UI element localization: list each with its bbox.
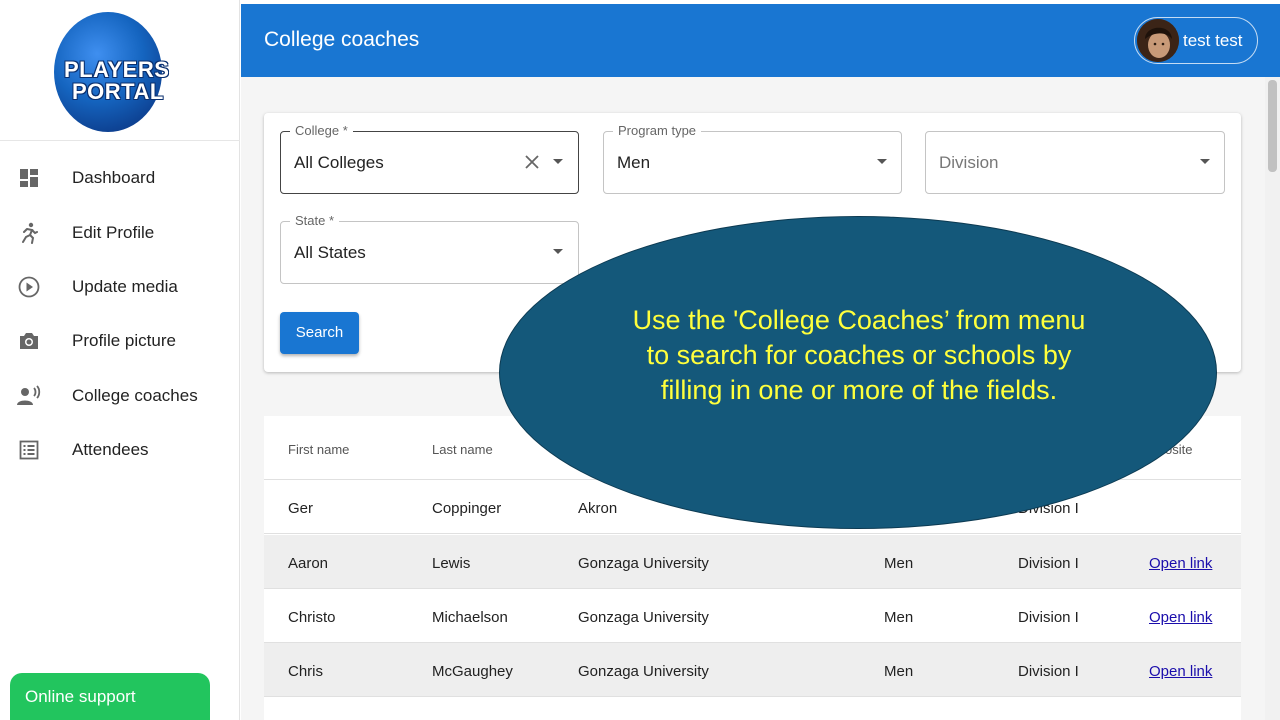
division-select[interactable]: Division — [925, 131, 1225, 194]
state-value: All States — [294, 243, 366, 262]
search-button[interactable]: Search — [280, 312, 359, 354]
scrollbar-thumb[interactable] — [1268, 80, 1277, 172]
camera-icon — [17, 329, 41, 353]
open-link[interactable]: Open link — [1149, 609, 1212, 626]
person-voice-icon — [17, 384, 41, 408]
table-row[interactable]: Aaron Lewis Gonzaga University Men Divis… — [264, 535, 1241, 589]
cell-college: Akron — [578, 500, 618, 517]
chevron-down-icon[interactable] — [877, 159, 887, 164]
sidebar-item-label: Dashboard — [72, 168, 156, 188]
college-value: All Colleges — [294, 153, 384, 172]
cell-college: Gonzaga University — [578, 555, 709, 572]
cell-division: Division I — [1018, 555, 1079, 572]
chevron-down-icon[interactable] — [553, 159, 563, 164]
cell-last-name: Michaelson — [432, 609, 508, 626]
division-placeholder: Division — [939, 153, 999, 172]
cell-program: Men — [884, 663, 914, 680]
college-label: College * — [290, 123, 353, 138]
online-support-button[interactable]: Online support — [10, 673, 210, 720]
sidebar-item-label: Attendees — [72, 440, 149, 460]
state-label: State * — [290, 213, 340, 228]
cell-division: Division I — [1018, 609, 1079, 626]
avatar — [1137, 19, 1179, 62]
vertical-scrollbar[interactable] — [1265, 77, 1280, 720]
clear-icon[interactable] — [524, 152, 540, 172]
players-portal-logo[interactable]: PLAYERS PORTAL — [54, 12, 188, 134]
cell-first-name: Christo — [288, 609, 336, 626]
sidebar-item-label: Edit Profile — [72, 222, 155, 242]
cell-last-name: McGaughey — [432, 663, 513, 680]
cell-last-name: Coppinger — [432, 500, 502, 517]
sidebar: PLAYERS PORTAL Dashboard Edit Profile Up… — [0, 0, 240, 720]
cell-last-name: Lewis — [432, 555, 471, 572]
sidebar-item-dashboard[interactable]: Dashboard — [0, 151, 240, 205]
program-type-value: Men — [617, 153, 651, 172]
state-select[interactable]: State * All States — [280, 213, 579, 284]
sidebar-item-label: Profile picture — [72, 331, 176, 351]
play-circle-icon — [17, 275, 41, 299]
logo-line-2: PORTAL — [72, 79, 164, 104]
table-row[interactable] — [264, 698, 1241, 720]
program-type-select[interactable]: Program type Men — [603, 123, 902, 194]
sidebar-divider — [0, 140, 240, 141]
chevron-down-icon[interactable] — [1200, 159, 1210, 164]
cell-first-name: Aaron — [288, 555, 329, 572]
college-select[interactable]: College * All Colleges — [280, 123, 579, 194]
sidebar-item-update-media[interactable]: Update media — [0, 260, 240, 314]
sidebar-item-profile-picture[interactable]: Profile picture — [0, 314, 240, 368]
cell-division: Division I — [1018, 663, 1079, 680]
callout-text: Use the 'College Coaches’ from menu to s… — [632, 305, 1086, 405]
open-link[interactable]: Open link — [1149, 555, 1212, 572]
column-header-last-name[interactable]: Last name — [432, 442, 493, 457]
page-title: College coaches — [264, 28, 420, 51]
page: PLAYERS PORTAL Dashboard Edit Profile Up… — [0, 0, 1280, 720]
user-name: test test — [1183, 31, 1243, 50]
app-header: College coaches test test — [241, 4, 1280, 77]
program-type-label: Program type — [613, 123, 702, 138]
sidebar-item-attendees[interactable]: Attendees — [0, 423, 240, 477]
table-row[interactable]: Christo Michaelson Gonzaga University Me… — [264, 589, 1241, 643]
sidebar-item-college-coaches[interactable]: College coaches — [0, 369, 240, 423]
sidebar-item-label: College coaches — [72, 385, 198, 405]
sidebar-nav: Dashboard Edit Profile Update media Prof… — [0, 151, 240, 477]
instruction-callout: Use the 'College Coaches’ from menu to s… — [499, 216, 1217, 529]
dashboard-icon — [17, 166, 41, 190]
cell-program: Men — [884, 609, 914, 626]
cell-college: Gonzaga University — [578, 609, 709, 626]
runner-icon — [17, 221, 41, 245]
column-header-first-name[interactable]: First name — [288, 442, 349, 457]
sidebar-item-label: Update media — [72, 276, 178, 296]
cell-college: Gonzaga University — [578, 663, 709, 680]
user-menu-button[interactable]: test test — [1134, 17, 1258, 64]
cell-program: Men — [884, 555, 914, 572]
chevron-down-icon[interactable] — [553, 249, 563, 254]
open-link[interactable]: Open link — [1149, 663, 1212, 680]
sidebar-item-edit-profile[interactable]: Edit Profile — [0, 205, 240, 259]
list-icon — [17, 438, 41, 462]
cell-first-name: Ger — [288, 500, 314, 517]
table-row[interactable]: Chris McGaughey Gonzaga University Men D… — [264, 643, 1241, 697]
cell-first-name: Chris — [288, 663, 324, 680]
